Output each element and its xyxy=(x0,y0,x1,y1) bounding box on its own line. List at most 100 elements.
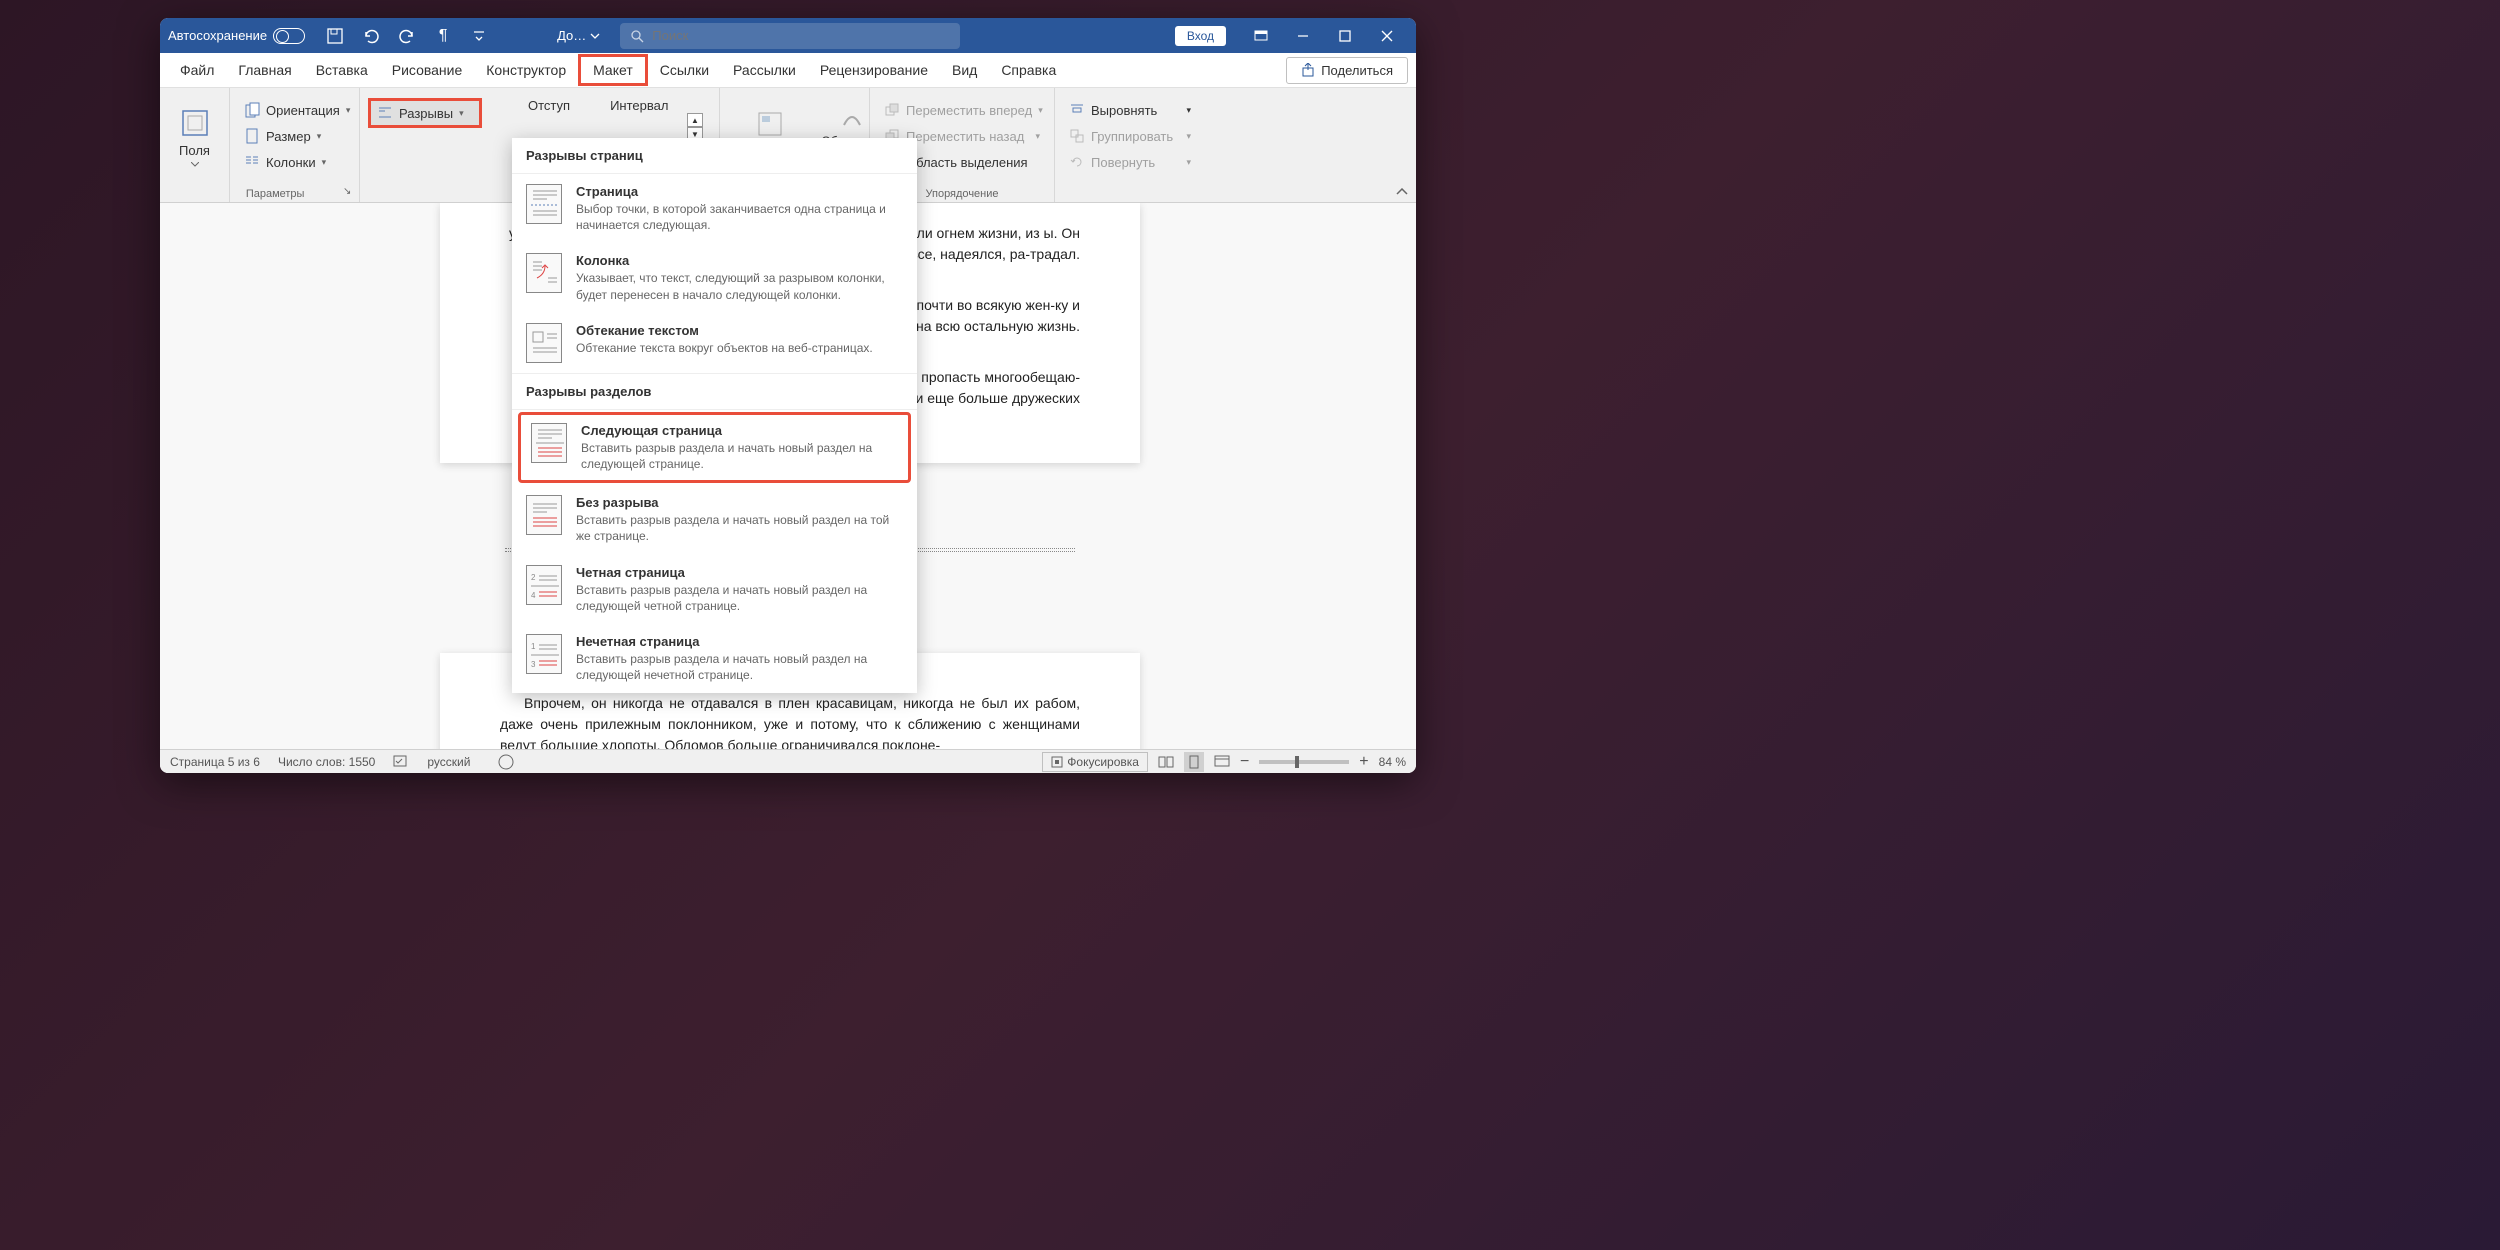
tab-draw[interactable]: Рисование xyxy=(380,54,475,86)
zoom-slider[interactable] xyxy=(1259,760,1349,764)
columns-button[interactable]: Колонки ▾ xyxy=(238,150,351,174)
login-button[interactable]: Вход xyxy=(1175,26,1226,46)
bring-forward-button[interactable]: Переместить вперед ▾ xyxy=(878,98,1046,122)
maximize-button[interactable] xyxy=(1324,21,1366,51)
doc-title: До… xyxy=(557,28,586,43)
page-setup-launcher[interactable]: ↘ xyxy=(343,186,355,198)
break-odd-page-item[interactable]: 1 3 Нечетная страница Вставить разрыв разд… xyxy=(512,624,917,693)
break-textwrap-item[interactable]: Обтекание текстом Обтекание текста вокруг… xyxy=(512,313,917,373)
break-column-item[interactable]: КолонкаУказывает, что текст, следующий з… xyxy=(512,243,917,312)
continuous-break-icon xyxy=(526,495,562,535)
view-read-icon[interactable] xyxy=(1158,755,1174,769)
send-backward-label: Переместить назад xyxy=(906,129,1024,144)
status-language[interactable]: русский xyxy=(427,755,470,769)
tab-view[interactable]: Вид xyxy=(940,54,989,86)
status-words[interactable]: Число слов: 1550 xyxy=(278,755,375,769)
focus-icon xyxy=(1051,756,1063,768)
spellcheck-icon[interactable] xyxy=(393,755,409,769)
textwrap-break-icon xyxy=(526,323,562,363)
rotate-icon xyxy=(1069,154,1085,170)
search-icon xyxy=(630,29,644,43)
search-box[interactable] xyxy=(620,23,960,49)
word-window: Автосохранение ¶ До… Вход Файл Главная В… xyxy=(160,18,1416,773)
view-web-icon[interactable] xyxy=(1214,755,1230,769)
indent-label: Отступ xyxy=(528,98,570,113)
align-button[interactable]: Выровнять ▾ xyxy=(1063,98,1197,122)
customize-qat-icon[interactable] xyxy=(461,21,497,51)
columns-icon xyxy=(244,154,260,170)
minimize-button[interactable] xyxy=(1282,21,1324,51)
bring-forward-icon xyxy=(884,102,900,118)
continuous-break-desc: Вставить разрыв раздела и начать новый р… xyxy=(576,512,903,544)
tab-file[interactable]: Файл xyxy=(168,54,226,86)
column-break-desc: Указывает, что текст, следующий за разры… xyxy=(576,270,903,302)
search-input[interactable] xyxy=(652,28,950,43)
focus-label: Фокусировка xyxy=(1067,755,1139,769)
margins-icon xyxy=(179,107,211,139)
break-even-page-item[interactable]: 24 Четная страница Вставить разрыв раздел… xyxy=(512,555,917,624)
accessibility-icon[interactable] xyxy=(498,754,514,770)
break-page-item[interactable]: Страница Выбор точки, в которой заканчива… xyxy=(512,174,917,243)
group-label: Группировать xyxy=(1091,129,1173,144)
next-page-break-icon xyxy=(531,423,567,463)
autosave-label: Автосохранение xyxy=(168,28,267,43)
ribbon-tabs: Файл Главная Вставка Рисование Конструкт… xyxy=(160,53,1416,88)
redo-icon[interactable] xyxy=(389,21,425,51)
status-bar: Страница 5 из 6 Число слов: 1550 русский… xyxy=(160,749,1416,773)
save-icon[interactable] xyxy=(317,21,353,51)
wrap-icon xyxy=(838,103,866,131)
svg-text:3: 3 xyxy=(531,660,536,669)
paragraph-icon[interactable]: ¶ xyxy=(425,21,461,51)
orientation-button[interactable]: Ориентация ▾ xyxy=(238,98,351,122)
status-page[interactable]: Страница 5 из 6 xyxy=(170,755,260,769)
share-button[interactable]: Поделиться xyxy=(1286,57,1408,84)
zoom-level[interactable]: 84 % xyxy=(1379,755,1406,769)
break-next-page-item[interactable]: Следующая страницаВставить разрыв раздел… xyxy=(518,412,911,483)
focus-button[interactable]: Фокусировка xyxy=(1042,752,1148,772)
undo-icon[interactable] xyxy=(353,21,389,51)
tab-review[interactable]: Рецензирование xyxy=(808,54,940,86)
view-print-icon[interactable] xyxy=(1184,752,1204,772)
rotate-button[interactable]: Повернуть ▾ xyxy=(1063,150,1197,174)
tab-design[interactable]: Конструктор xyxy=(474,54,578,86)
breaks-button[interactable]: Разрывы ▾ xyxy=(368,98,482,128)
zoom-in-button[interactable]: + xyxy=(1359,753,1368,771)
orientation-label: Ориентация xyxy=(266,103,340,118)
spinner-up[interactable]: ▲ xyxy=(687,113,703,127)
svg-text:1: 1 xyxy=(531,642,536,651)
even-page-break-desc: Вставить разрыв раздела и начать новый р… xyxy=(576,582,903,614)
group-button[interactable]: Группировать ▾ xyxy=(1063,124,1197,148)
align-icon xyxy=(1069,102,1085,118)
tab-insert[interactable]: Вставка xyxy=(304,54,380,86)
ribbon-display-icon[interactable] xyxy=(1240,21,1282,51)
even-page-break-title: Четная страница xyxy=(576,565,903,580)
collapse-ribbon-icon[interactable] xyxy=(1396,188,1408,196)
odd-page-break-title: Нечетная страница xyxy=(576,634,903,649)
svg-text:2: 2 xyxy=(531,573,536,582)
breaks-icon xyxy=(377,105,393,121)
page-break-desc: Выбор точки, в которой заканчивается одн… xyxy=(576,201,903,233)
textwrap-break-desc: Обтекание текста вокруг объектов на веб-… xyxy=(576,340,903,356)
tab-mailings[interactable]: Рассылки xyxy=(721,54,808,86)
size-button[interactable]: Размер ▾ xyxy=(238,124,351,148)
tab-layout[interactable]: Макет xyxy=(578,54,648,86)
size-icon xyxy=(244,128,260,144)
page-break-title: Страница xyxy=(576,184,903,199)
even-page-break-icon: 24 xyxy=(526,565,562,605)
close-button[interactable] xyxy=(1366,21,1408,51)
odd-page-break-desc: Вставить разрыв раздела и начать новый р… xyxy=(576,651,903,683)
size-label: Размер xyxy=(266,129,311,144)
tab-help[interactable]: Справка xyxy=(989,54,1068,86)
page-break-icon xyxy=(526,184,562,224)
tab-home[interactable]: Главная xyxy=(226,54,303,86)
autosave-toggle[interactable]: Автосохранение xyxy=(168,28,305,44)
textwrap-break-title: Обтекание текстом xyxy=(576,323,903,338)
group-arrange-label: Упорядочение xyxy=(926,188,999,200)
zoom-out-button[interactable]: − xyxy=(1240,753,1249,771)
tab-references[interactable]: Ссылки xyxy=(648,54,721,86)
break-continuous-item[interactable]: Без разрываВставить разрыв раздела и нач… xyxy=(512,485,917,554)
breaks-label: Разрывы xyxy=(399,106,453,121)
margins-button[interactable]: Поля xyxy=(168,92,221,182)
share-label: Поделиться xyxy=(1321,63,1393,78)
columns-label: Колонки xyxy=(266,155,316,170)
